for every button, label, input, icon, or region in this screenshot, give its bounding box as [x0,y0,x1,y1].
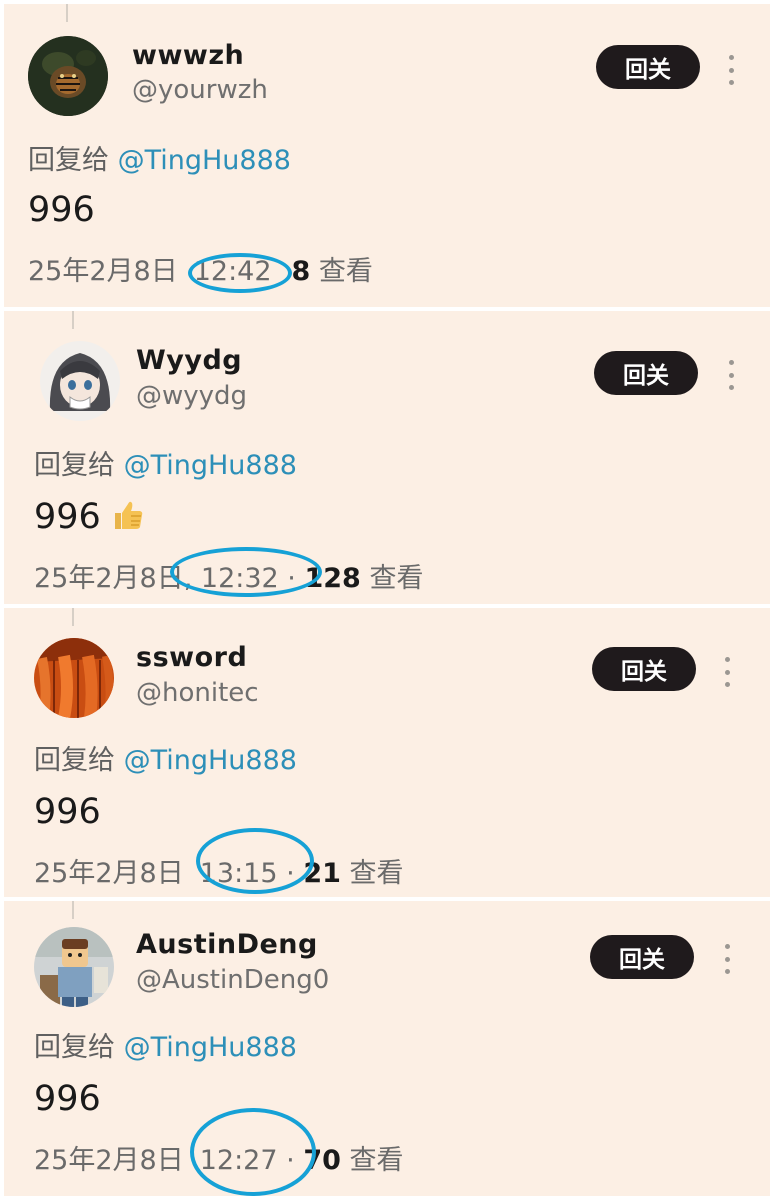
user-handle[interactable]: @yourwzh [132,75,268,105]
tweet-text: 996 [34,1079,101,1119]
reply-context: 回复给 @TingHu888 [28,138,291,177]
views-label: 查看 [318,256,373,287]
more-options-icon[interactable] [726,360,736,390]
reply-prefix: 回复给 [34,450,115,481]
tiger-avatar-icon [28,36,108,116]
avatar[interactable] [28,36,108,116]
thread-line [72,608,74,626]
orange-texture-avatar-icon [34,638,114,718]
avatar[interactable] [34,638,114,718]
tweet-text: 996 [34,497,145,537]
highlight-circle [188,253,292,293]
thread-line [72,901,74,919]
user-handle[interactable]: @honitec [136,678,259,708]
follow-back-button[interactable]: 回关 [590,935,694,979]
display-name[interactable]: Wyydg [136,345,242,376]
thumbs-up-icon [114,501,143,529]
highlight-circle [170,547,322,597]
reply-target-link[interactable]: @TingHu888 [124,745,297,776]
reply-prefix: 回复给 [28,145,109,176]
more-options-icon[interactable] [722,944,732,974]
follow-back-button[interactable]: 回关 [596,45,700,89]
thread-line [72,311,74,329]
reply-target-link[interactable]: @TingHu888 [124,1032,297,1063]
tweet-card[interactable]: Wyydg @wyydg 回关 回复给 @TingHu888 996 25年2月… [4,311,770,604]
more-options-icon[interactable] [726,55,736,85]
highlight-circle [196,828,314,894]
avatar[interactable] [40,341,120,421]
tweet-text-value: 996 [34,497,101,537]
display-name[interactable]: ssword [136,642,247,673]
reply-context: 回复给 @TingHu888 [34,443,297,482]
anime-girl-avatar-icon [40,341,120,421]
reply-target-link[interactable]: @TingHu888 [124,450,297,481]
tweet-card[interactable]: wwwzh @yourwzh 回关 回复给 @TingHu888 996 25年… [4,4,770,307]
reply-prefix: 回复给 [34,1032,115,1063]
tweet-text: 996 [28,190,95,230]
tweet-text: 996 [34,792,101,832]
thread-line [66,4,68,22]
views-count: 8 [291,256,311,287]
highlight-circle [190,1108,316,1196]
tweet-card[interactable]: ssword @honitec 回关 回复给 @TingHu888 996 25… [4,608,770,897]
tweet-date[interactable]: 25年2月8日 [34,858,184,889]
tweet-date[interactable]: 25年2月8日 [34,1145,184,1176]
tweet-date[interactable]: 25年2月8日 [28,256,178,287]
views-label: 查看 [349,1145,404,1176]
more-options-icon[interactable] [722,657,732,687]
tweet-date[interactable]: 25年2月8日, [34,563,192,594]
reply-context: 回复给 @TingHu888 [34,738,297,777]
avatar[interactable] [34,927,114,1007]
reply-target-link[interactable]: @TingHu888 [118,145,291,176]
follow-back-button[interactable]: 回关 [592,647,696,691]
display-name[interactable]: AustinDeng [136,929,318,960]
reply-context: 回复给 @TingHu888 [34,1025,297,1064]
reply-prefix: 回复给 [34,745,115,776]
user-handle[interactable]: @AustinDeng0 [136,965,329,995]
tweet-card[interactable]: AustinDeng @AustinDeng0 回关 回复给 @TingHu88… [4,901,770,1196]
views-label: 查看 [349,858,404,889]
user-handle[interactable]: @wyydg [136,381,247,411]
display-name[interactable]: wwwzh [132,40,244,71]
follow-back-button[interactable]: 回关 [594,351,698,395]
lego-figure-avatar-icon [34,927,114,1007]
views-label: 查看 [369,563,424,594]
